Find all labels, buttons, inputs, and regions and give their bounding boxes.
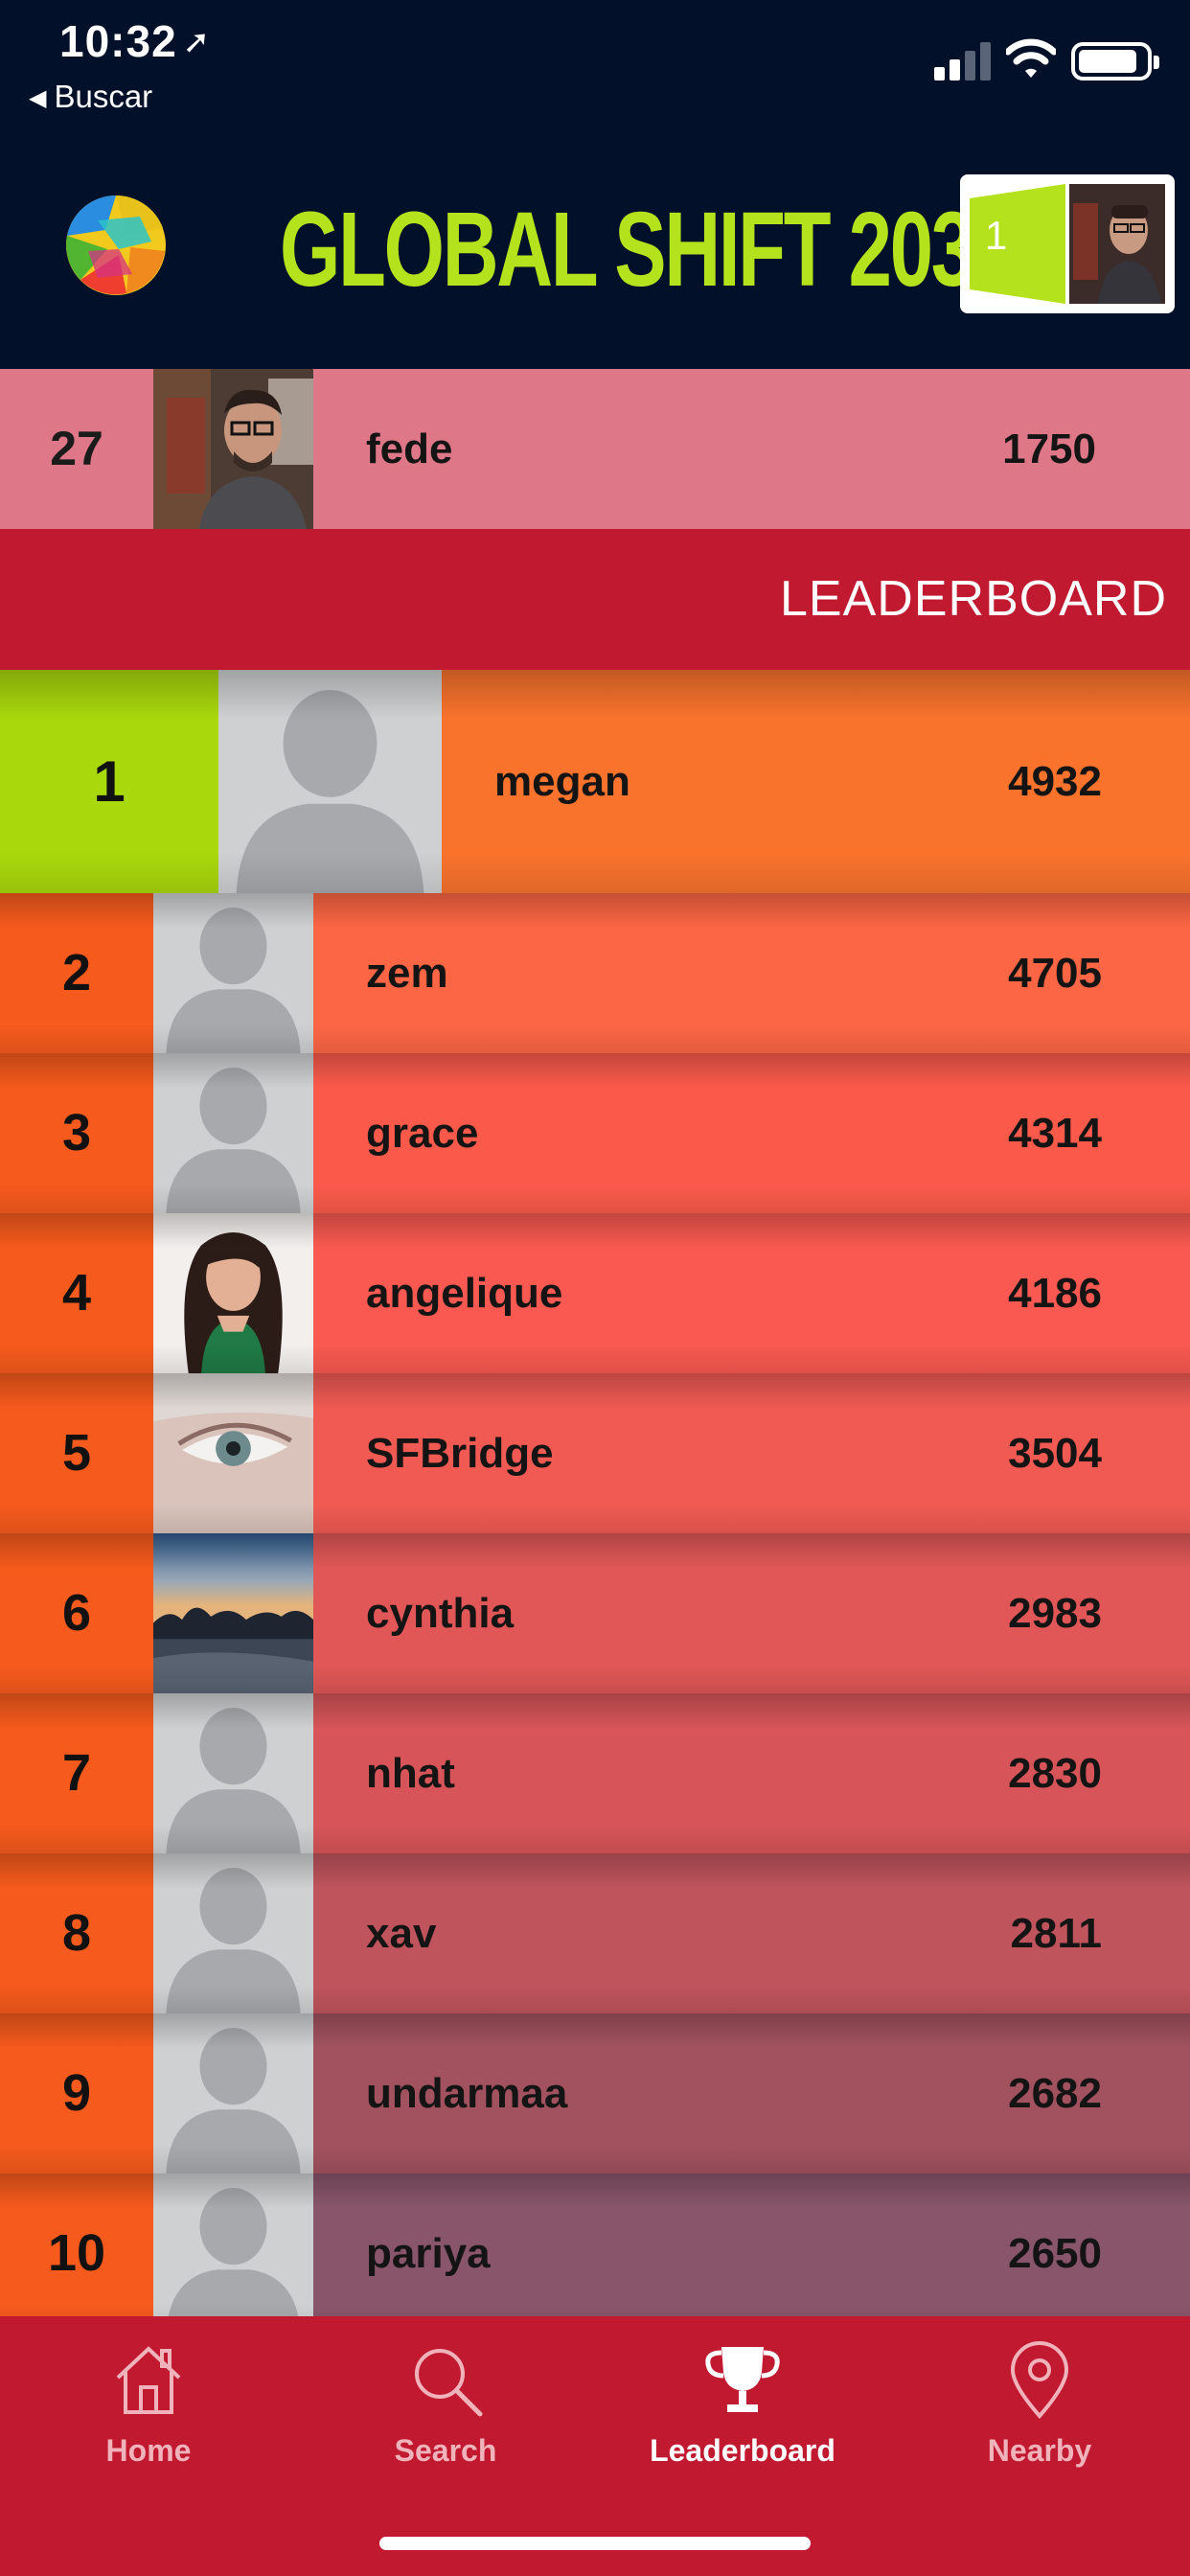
current-user-score: 1750 [1002, 426, 1096, 472]
trophy-icon [705, 2347, 780, 2412]
player-name: pariya [366, 2230, 491, 2277]
current-user-name: fede [366, 426, 453, 472]
rank-number: 5 [61, 1424, 92, 1482]
profile-thumbnail [1069, 184, 1165, 304]
battery-icon [1071, 42, 1159, 80]
player-score: 4705 [1008, 950, 1102, 997]
player-name: undarmaa [366, 2070, 568, 2117]
player-score: 2650 [1008, 2230, 1102, 2277]
leaderboard-row[interactable]: 6 cynthia 2983 [0, 1533, 1190, 1693]
location-pin-icon [1010, 2341, 1069, 2420]
avatar-placeholder [218, 670, 442, 893]
door-leaf-icon [970, 184, 1065, 304]
player-name: xav [366, 1910, 437, 1957]
multicolor-globe-logo-icon[interactable] [59, 192, 172, 299]
level-door-badge[interactable]: 1 [960, 174, 1175, 313]
back-arrow-icon: ◀ [29, 85, 47, 111]
rank-number: 7 [61, 1744, 92, 1802]
current-user-avatar [153, 369, 313, 529]
player-score: 4186 [1008, 1270, 1102, 1317]
tab-search-label: Search [394, 2433, 497, 2468]
cellular-signal-icon [934, 40, 994, 80]
tab-nearby[interactable]: Nearby [891, 2339, 1188, 2493]
leaderboard-row[interactable]: 3 grace 4314 [0, 1053, 1190, 1213]
rank-number: 9 [61, 2064, 92, 2122]
home-icon [116, 2346, 181, 2414]
avatar-placeholder [153, 2013, 313, 2174]
avatar-placeholder [153, 893, 313, 1053]
rank-number: 6 [61, 1584, 92, 1642]
back-to-search-link[interactable]: ◀ Buscar [29, 79, 152, 115]
player-score: 3504 [1008, 1430, 1102, 1477]
leaderboard-row[interactable]: 2 zem 4705 [0, 893, 1190, 1053]
tab-search[interactable]: Search [297, 2339, 594, 2493]
back-link-label: Buscar [54, 79, 153, 114]
app-title: GLOBAL SHIFT 2030 [280, 191, 1016, 309]
player-name: cynthia [366, 1590, 515, 1637]
player-name: angelique [366, 1270, 563, 1317]
avatar-placeholder [153, 1853, 313, 2013]
avatar-photo [153, 1213, 313, 1373]
leaderboard-row[interactable]: 9 undarmaa 2682 [0, 2013, 1190, 2174]
avatar-photo [153, 1533, 313, 1693]
player-score: 2682 [1008, 2070, 1102, 2117]
rank-number: 2 [61, 944, 92, 1001]
tab-nearby-label: Nearby [987, 2433, 1092, 2468]
avatar-placeholder [153, 2174, 313, 2316]
status-bar-time: 10:32 ➚ [59, 15, 211, 67]
status-time-text: 10:32 [59, 16, 177, 66]
leaderboard-heading-bar: LEADERBOARD [0, 529, 1190, 670]
search-icon [415, 2349, 483, 2417]
leaderboard-list[interactable]: 1 megan 4932 2 zem 4705 3 grace 4314 4 a… [0, 670, 1190, 2316]
rank-number: 8 [61, 1904, 92, 1962]
rank-number: 1 [93, 749, 126, 814]
leaderboard-row[interactable]: 8 xav 2811 [0, 1853, 1190, 2013]
player-score: 2811 [1010, 1910, 1102, 1957]
rank-number: 3 [61, 1104, 92, 1162]
home-indicator[interactable] [379, 2537, 811, 2550]
wifi-icon [1006, 38, 1056, 78]
tab-leaderboard-label: Leaderboard [650, 2433, 835, 2468]
avatar-photo [153, 1373, 313, 1533]
player-name: megan [494, 758, 630, 805]
leaderboard-row[interactable]: 1 megan 4932 [0, 670, 1190, 893]
avatar-placeholder [153, 1053, 313, 1213]
rank-number: 4 [61, 1264, 92, 1322]
player-name: grace [366, 1110, 479, 1157]
leaderboard-row[interactable]: 7 nhat 2830 [0, 1693, 1190, 1853]
leaderboard-row[interactable]: 5 SFBridge 3504 [0, 1373, 1190, 1533]
tab-home[interactable]: Home [0, 2339, 297, 2493]
player-score: 4932 [1008, 758, 1102, 805]
rank-number: 10 [47, 2224, 106, 2282]
current-user-rank: 27 [50, 422, 103, 475]
player-name: zem [366, 950, 448, 997]
leaderboard-heading: LEADERBOARD [780, 571, 1167, 627]
player-score: 2830 [1008, 1750, 1102, 1797]
location-arrow-icon: ➚ [182, 24, 212, 60]
level-number: 1 [985, 213, 1008, 258]
app-header: 10:32 ➚ ◀ Buscar GLOBAL SHIFT 2030 1 [0, 0, 1190, 369]
player-score: 4314 [1008, 1110, 1102, 1157]
leaderboard-row[interactable]: 10 pariya 2650 [0, 2174, 1190, 2316]
avatar-placeholder [153, 1693, 313, 1853]
tab-leaderboard[interactable]: Leaderboard [594, 2339, 891, 2493]
leaderboard-row[interactable]: 4 angelique 4186 [0, 1213, 1190, 1373]
current-user-row[interactable]: 27 fede 1750 [0, 369, 1190, 529]
player-name: SFBridge [366, 1430, 554, 1477]
tab-home-label: Home [105, 2433, 192, 2468]
player-name: nhat [366, 1750, 455, 1797]
player-score: 2983 [1008, 1590, 1102, 1637]
